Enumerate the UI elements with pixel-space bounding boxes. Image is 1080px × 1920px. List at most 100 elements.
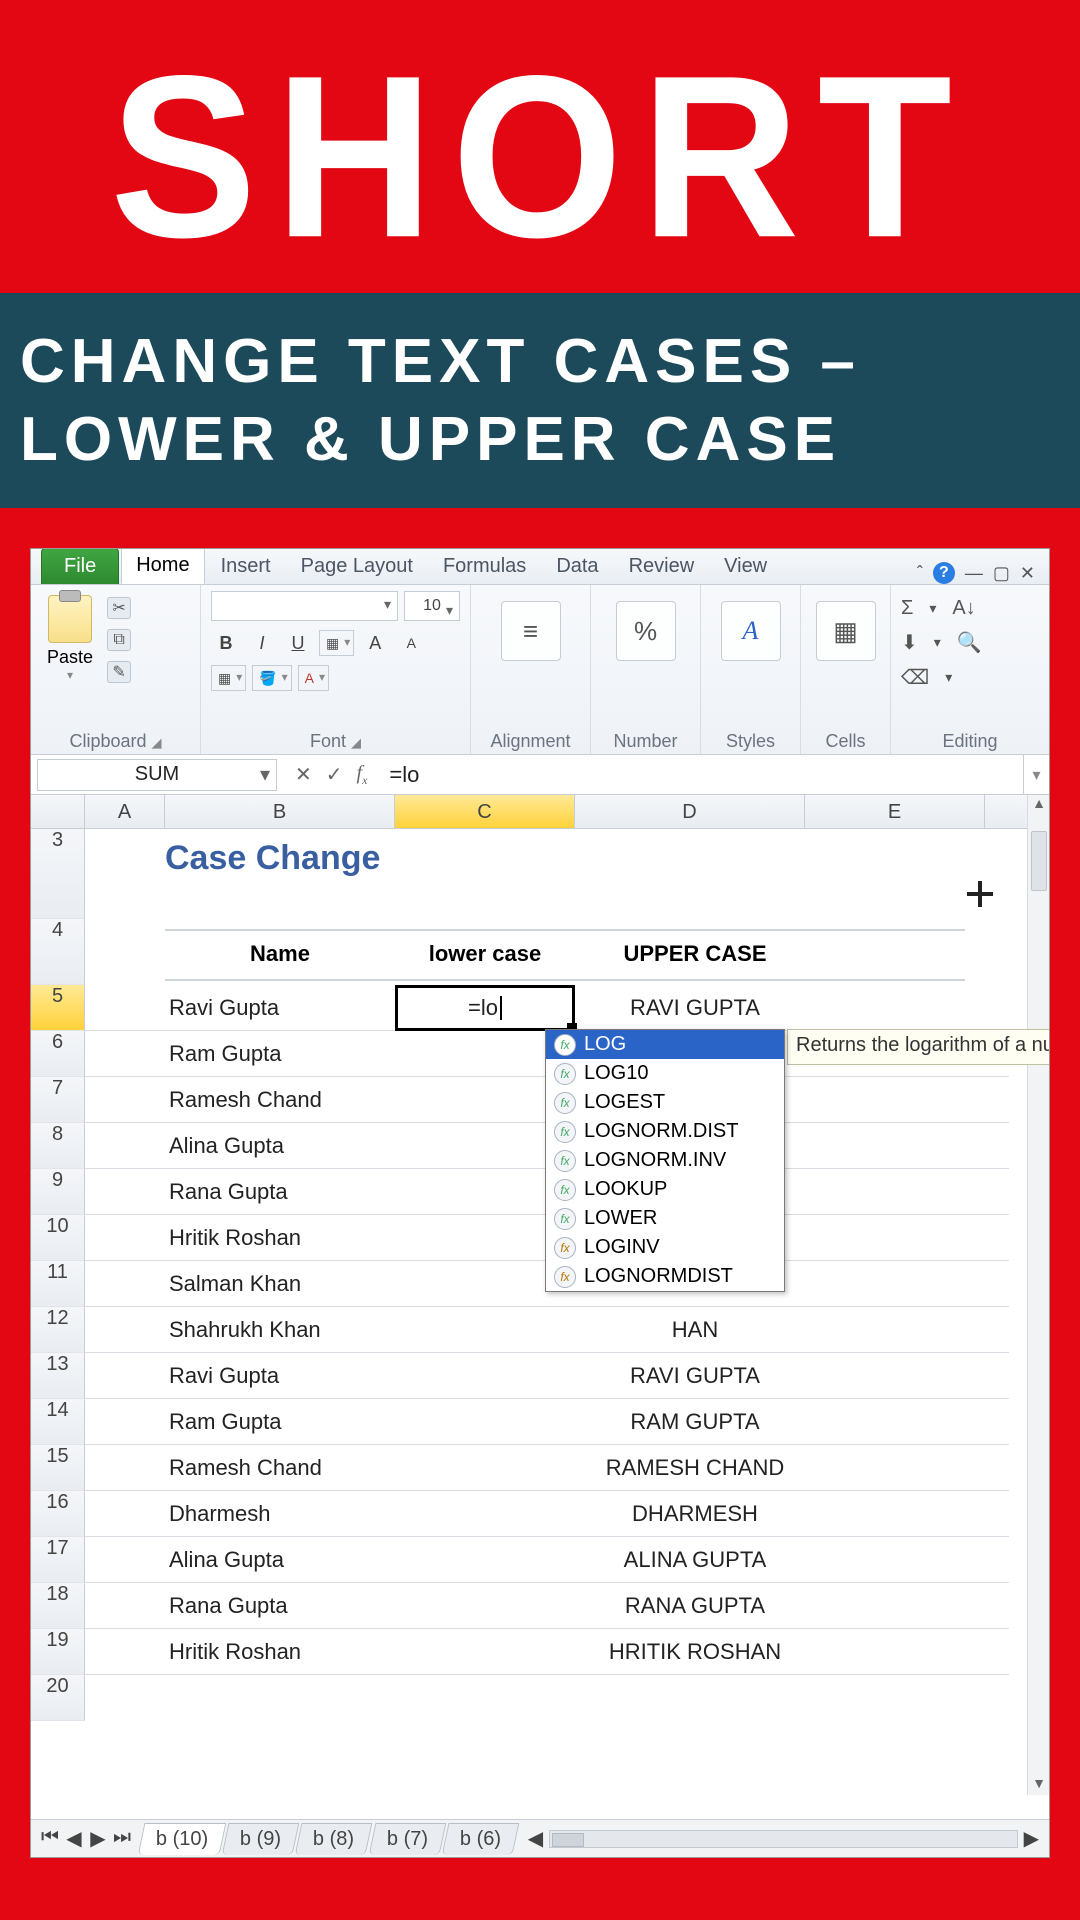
tab-insert[interactable]: Insert	[207, 549, 285, 584]
tab-home[interactable]: Home	[121, 548, 204, 584]
autocomplete-item[interactable]: fxLOOKUP	[546, 1175, 784, 1204]
tab-formulas[interactable]: Formulas	[429, 549, 540, 584]
tab-view[interactable]: View	[710, 549, 781, 584]
autosum-icon[interactable]: Σ	[901, 597, 913, 620]
hscroll-left-icon[interactable]: ◀	[528, 1826, 543, 1851]
find-select-icon[interactable]: 🔍	[957, 630, 982, 655]
font-color-dropdown[interactable]: A	[298, 665, 329, 691]
select-all-corner[interactable]	[31, 795, 85, 828]
window-close-icon[interactable]: ✕	[1020, 563, 1035, 584]
font-size-combo[interactable]: 10	[404, 591, 460, 621]
tab-review[interactable]: Review	[615, 549, 709, 584]
row-header-14[interactable]: 14	[31, 1399, 85, 1445]
sheet-tab[interactable]: b (6)	[441, 1823, 519, 1855]
clear-icon[interactable]: ⌫	[901, 665, 929, 690]
alignment-button[interactable]: ≡	[501, 601, 561, 661]
row-header-19[interactable]: 19	[31, 1629, 85, 1675]
col-header-a[interactable]: A	[85, 795, 165, 828]
cells-button[interactable]: ▦	[816, 601, 876, 661]
table-row[interactable]: Shahrukh KhanHAN	[85, 1307, 1009, 1353]
tab-data[interactable]: Data	[542, 549, 612, 584]
fx-icon[interactable]: fx	[357, 762, 368, 788]
borders-dropdown-2[interactable]: ▦	[211, 665, 246, 691]
autocomplete-item[interactable]: fxLOG	[546, 1030, 784, 1059]
col-header-b[interactable]: B	[165, 795, 395, 828]
font-name-combo[interactable]	[211, 591, 398, 621]
row-header-3[interactable]: 3	[31, 829, 85, 919]
shrink-font-button[interactable]: A	[396, 629, 426, 657]
window-restore-icon[interactable]: ▢	[993, 563, 1010, 584]
row-header-9[interactable]: 9	[31, 1169, 85, 1215]
scroll-thumb[interactable]	[1031, 831, 1047, 891]
row-header-8[interactable]: 8	[31, 1123, 85, 1169]
active-cell[interactable]: =lo	[395, 985, 575, 1031]
copy-icon[interactable]	[107, 629, 131, 651]
sheet-nav-prev-icon[interactable]: ◀	[65, 1826, 83, 1851]
border-dropdown[interactable]: ▦	[319, 630, 354, 656]
tab-page-layout[interactable]: Page Layout	[287, 549, 427, 584]
row-header-20[interactable]: 20	[31, 1675, 85, 1721]
hscroll-right-icon[interactable]: ▶	[1024, 1826, 1039, 1851]
autocomplete-item[interactable]: fxLOGEST	[546, 1088, 784, 1117]
window-minimize-icon[interactable]: —	[965, 563, 983, 584]
autocomplete-item[interactable]: fxLOGNORM.INV	[546, 1146, 784, 1175]
table-row[interactable]: Rana GuptaRANA GUPTA	[85, 1583, 1009, 1629]
spreadsheet-grid[interactable]: A B C D E 3 4 5 6 7 8 9 10 11 12 13 14 1…	[31, 795, 1049, 1795]
table-row[interactable]: Ravi GuptaRAVI GUPTA	[85, 1353, 1009, 1399]
table-row[interactable]: Ram GuptaRAM GUPTA	[85, 1399, 1009, 1445]
col-header-e[interactable]: E	[805, 795, 985, 828]
fill-color-dropdown[interactable]: 🪣	[252, 665, 291, 691]
row-header-18[interactable]: 18	[31, 1583, 85, 1629]
row-header-16[interactable]: 16	[31, 1491, 85, 1537]
row-header-7[interactable]: 7	[31, 1077, 85, 1123]
row-header-6[interactable]: 6	[31, 1031, 85, 1077]
horizontal-scrollbar[interactable]: ◀ ▶	[528, 1826, 1049, 1851]
formula-cancel-icon[interactable]: ✕	[295, 762, 312, 787]
tab-file[interactable]: File	[41, 548, 119, 584]
sheet-nav-next-icon[interactable]: ▶	[89, 1826, 107, 1851]
formula-bar-expand-icon[interactable]: ▾	[1023, 755, 1049, 794]
sheet-nav-last-icon[interactable]: ⏭	[113, 1826, 131, 1851]
autocomplete-item[interactable]: fxLOGNORM.DIST	[546, 1117, 784, 1146]
row-header-15[interactable]: 15	[31, 1445, 85, 1491]
number-format-button[interactable]: %	[616, 601, 676, 661]
row-header-17[interactable]: 17	[31, 1537, 85, 1583]
formula-autocomplete-list[interactable]: fxLOGfxLOG10fxLOGESTfxLOGNORM.DISTfxLOGN…	[545, 1029, 785, 1292]
row-header-10[interactable]: 10	[31, 1215, 85, 1261]
format-painter-icon[interactable]	[107, 661, 131, 683]
scroll-down-icon[interactable]: ▼	[1028, 1775, 1050, 1795]
formula-accept-icon[interactable]: ✓	[326, 762, 343, 787]
sheet-tab[interactable]: b (8)	[295, 1823, 373, 1855]
cut-icon[interactable]	[107, 597, 131, 619]
sheet-tab[interactable]: b (7)	[368, 1823, 446, 1855]
autocomplete-item[interactable]: fxLOGNORMDIST	[546, 1262, 784, 1291]
col-header-d[interactable]: D	[575, 795, 805, 828]
row-header-11[interactable]: 11	[31, 1261, 85, 1307]
sheet-nav-first-icon[interactable]: ⏮	[41, 1826, 59, 1851]
sheet-tab-active[interactable]: b (10)	[138, 1823, 227, 1855]
col-header-c[interactable]: C	[395, 795, 575, 828]
sort-filter-icon[interactable]: A↓	[952, 597, 975, 620]
autocomplete-item[interactable]: fxLOG10	[546, 1059, 784, 1088]
autocomplete-item[interactable]: fxLOWER	[546, 1204, 784, 1233]
table-row[interactable]: Ramesh ChandRAMESH CHAND	[85, 1445, 1009, 1491]
grow-font-button[interactable]: A	[360, 629, 390, 657]
row-header-4[interactable]: 4	[31, 919, 85, 985]
table-row[interactable]: DharmeshDHARMESH	[85, 1491, 1009, 1537]
underline-button[interactable]: U	[283, 629, 313, 657]
help-icon[interactable]: ?	[933, 562, 955, 584]
italic-button[interactable]: I	[247, 629, 277, 657]
row-header-13[interactable]: 13	[31, 1353, 85, 1399]
row-header-12[interactable]: 12	[31, 1307, 85, 1353]
formula-input[interactable]: =lo	[379, 762, 1023, 788]
autocomplete-item[interactable]: fxLOGINV	[546, 1233, 784, 1262]
name-box[interactable]: SUM	[37, 759, 277, 791]
fill-icon[interactable]: ⬇	[901, 630, 918, 655]
scroll-up-icon[interactable]: ▲	[1028, 795, 1050, 815]
ribbon-collapse-icon[interactable]: ˆ	[917, 563, 923, 584]
row-header-5[interactable]: 5	[31, 985, 85, 1031]
vertical-scrollbar[interactable]: ▲ ▼	[1027, 795, 1049, 1795]
table-row[interactable]: Alina GuptaALINA GUPTA	[85, 1537, 1009, 1583]
sheet-tab[interactable]: b (9)	[222, 1823, 300, 1855]
bold-button[interactable]: B	[211, 629, 241, 657]
